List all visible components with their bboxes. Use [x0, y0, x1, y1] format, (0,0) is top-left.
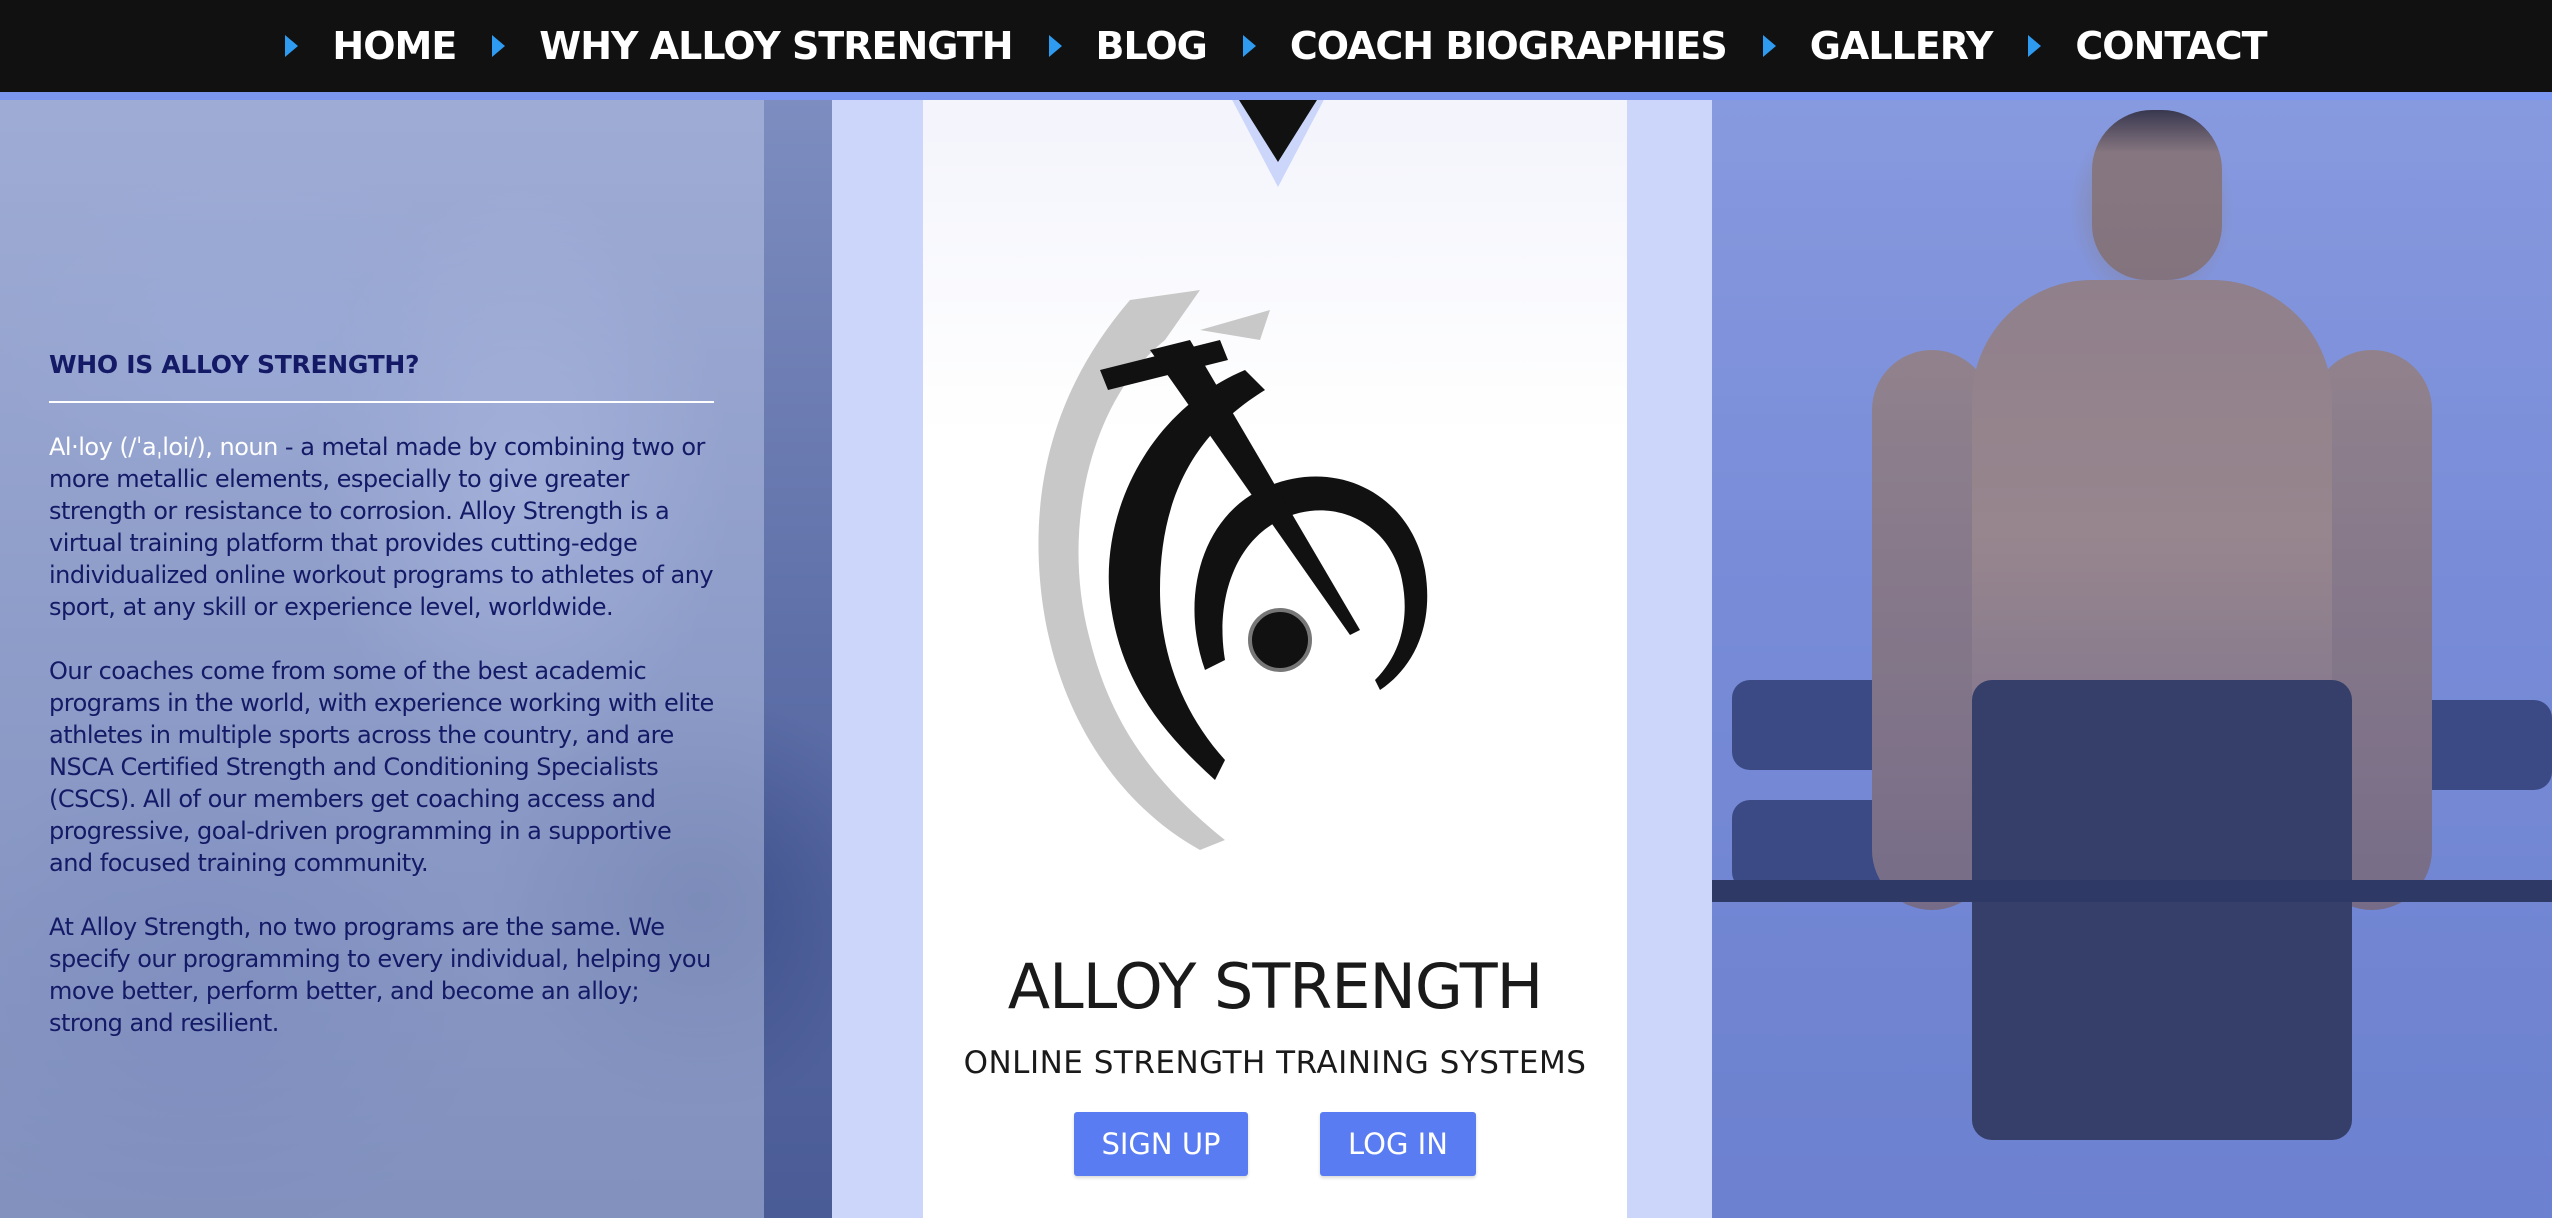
logo-ball — [1248, 608, 1312, 672]
play-arrow-icon — [1762, 35, 1776, 57]
heading-divider — [49, 401, 714, 403]
play-arrow-icon — [492, 35, 506, 57]
about-heading: WHO IS ALLOY STRENGTH? — [49, 350, 420, 379]
nav-item-label: BLOG — [1095, 24, 1208, 68]
play-arrow-icon — [1048, 35, 1062, 57]
play-arrow-icon — [285, 35, 299, 57]
brand-subtitle: ONLINE STRENGTH TRAINING SYSTEMS — [963, 1045, 1587, 1081]
nav-item-label: COACH BIOGRAPHIES — [1289, 24, 1728, 68]
photo-tint — [1712, 100, 2552, 1218]
nav-item-label: CONTACT — [2075, 24, 2267, 68]
nav-item-gallery[interactable]: GALLERY — [1762, 24, 1994, 68]
nav-item-home[interactable]: HOME — [285, 24, 457, 68]
logo-shadow-blade — [1200, 310, 1270, 340]
log-in-button[interactable]: LOG IN — [1320, 1112, 1476, 1176]
nav-item-label: HOME — [332, 24, 457, 68]
athlete-photo — [1712, 100, 2552, 1218]
logo-inner-arc — [1194, 476, 1428, 690]
main-nav: HOME WHY ALLOY STRENGTH BLOG COACH BIOGR… — [0, 0, 2552, 92]
definition-term: Al·loy (/ˈaˌloi/), noun — [49, 433, 278, 461]
nav-item-label: WHY ALLOY STRENGTH — [539, 24, 1013, 68]
play-arrow-icon — [2028, 35, 2042, 57]
nav-item-blog[interactable]: BLOG — [1048, 24, 1208, 68]
nav-divider — [0, 92, 2552, 100]
sign-up-button[interactable]: SIGN UP — [1074, 1112, 1248, 1176]
about-coaches-paragraph: Our coaches come from some of the best a… — [49, 657, 714, 877]
alloy-strength-logo — [1038, 290, 1428, 850]
nav-item-label: GALLERY — [1809, 24, 1994, 68]
definition-text: - a metal made by combining two or more … — [49, 433, 714, 621]
nav-item-why-alloy-strength[interactable]: WHY ALLOY STRENGTH — [492, 24, 1014, 68]
about-programs-paragraph: At Alloy Strength, no two programs are t… — [49, 913, 711, 1037]
nav-pointer-icon — [1234, 92, 1322, 162]
play-arrow-icon — [1242, 35, 1256, 57]
about-definition-paragraph: Al·loy (/ˈaˌloi/), noun - a metal made b… — [49, 431, 714, 623]
nav-item-contact[interactable]: CONTACT — [2028, 24, 2268, 68]
nav-item-coach-biographies[interactable]: COACH BIOGRAPHIES — [1242, 24, 1728, 68]
about-section: WHO IS ALLOY STRENGTH? Al·loy (/ˈaˌloi/)… — [49, 350, 714, 1071]
brand-title: ALLOY STRENGTH — [1007, 950, 1543, 1023]
